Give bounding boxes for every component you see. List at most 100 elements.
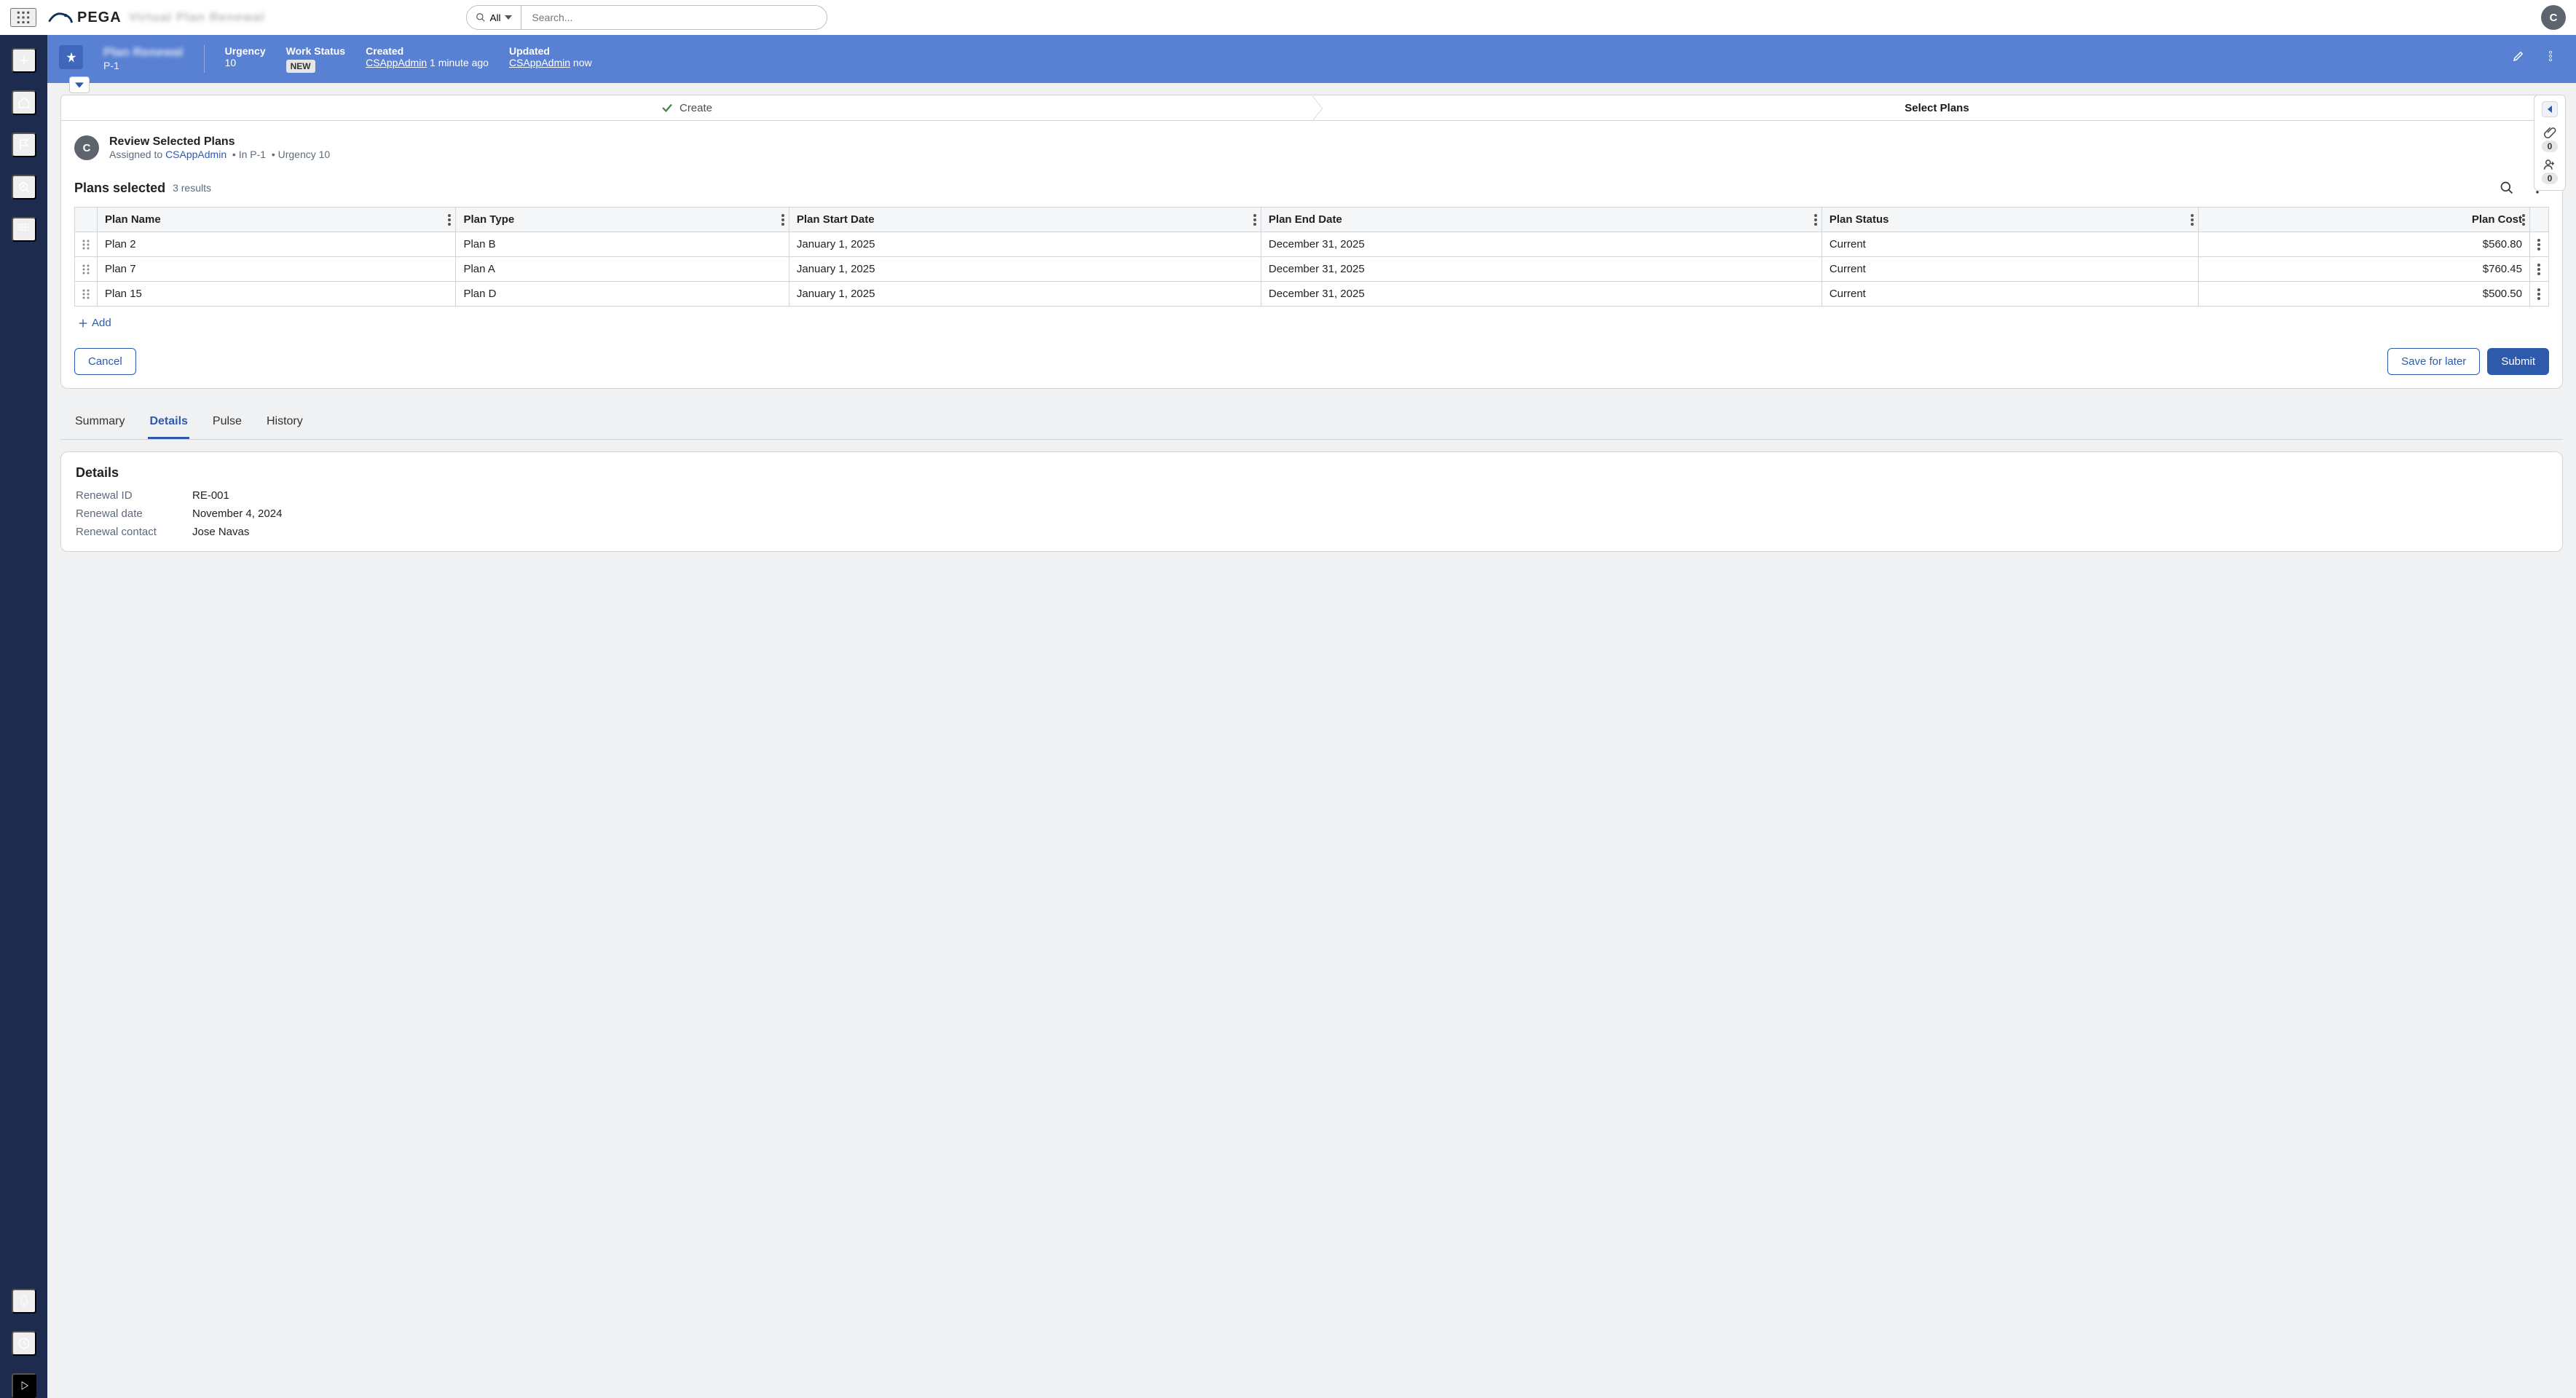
cell-start: January 1, 2025 [789, 257, 1261, 282]
cell-status: Current [1821, 282, 2199, 307]
plans-table: Plan Name Plan Type Plan Start Date Plan… [74, 207, 2549, 307]
col-start-menu-icon[interactable] [1253, 214, 1256, 226]
renewal-date-value: November 4, 2024 [192, 508, 2548, 520]
notifications-icon[interactable] [12, 1289, 36, 1314]
recents-icon[interactable] [12, 1331, 36, 1356]
grid-icon[interactable] [12, 217, 36, 242]
cell-type: Plan A [456, 257, 789, 282]
created-user-link[interactable]: CSAppAdmin [366, 57, 427, 68]
col-status[interactable]: Plan Status [1821, 208, 2199, 232]
utility-rail: 0 0 [2534, 95, 2566, 191]
cell-status: Current [1821, 232, 2199, 257]
cell-name: Plan 15 [98, 282, 456, 307]
work-status-label: Work Status [286, 45, 345, 57]
col-start[interactable]: Plan Start Date [789, 208, 1261, 232]
stage-select-plans[interactable]: Select Plans [1312, 95, 2562, 120]
stage-bar: Create Select Plans [60, 95, 2563, 121]
urgency-value: 10 [225, 57, 266, 68]
explore-icon[interactable] [12, 175, 36, 200]
add-plan-button[interactable]: Add [74, 307, 2549, 332]
assignment-title: Review Selected Plans [109, 135, 330, 149]
col-type-menu-icon[interactable] [781, 214, 784, 226]
stage-create[interactable]: Create [61, 95, 1312, 120]
case-title-blurred: Plan Renewal [103, 45, 184, 60]
drag-handle-icon[interactable] [75, 232, 98, 257]
plus-icon [77, 317, 89, 329]
preview-icon[interactable] [12, 1373, 36, 1398]
utility-followers[interactable]: 0 [2542, 158, 2559, 184]
drag-handle-icon[interactable] [75, 282, 98, 307]
home-icon[interactable] [12, 90, 36, 115]
search-input[interactable] [521, 5, 827, 30]
app-switcher-icon[interactable] [10, 8, 36, 27]
work-panel: C Review Selected Plans Assigned to CSAp… [60, 121, 2563, 389]
renewal-id-label: Renewal ID [76, 489, 192, 502]
cell-name: Plan 2 [98, 232, 456, 257]
updated-user-link[interactable]: CSAppAdmin [509, 57, 570, 68]
table-row: Plan 2Plan BJanuary 1, 2025December 31, … [75, 232, 2549, 257]
left-sidebar [0, 35, 47, 1398]
row-menu-icon[interactable] [2530, 257, 2549, 282]
renewal-id-value: RE-001 [192, 489, 2548, 502]
work-status-badge: NEW [286, 60, 315, 73]
col-end-menu-icon[interactable] [1814, 214, 1817, 226]
main-content: Plan Renewal P-1 Urgency 10 Work Status … [47, 35, 2576, 1398]
assigned-to-user-link[interactable]: CSAppAdmin [165, 149, 227, 160]
chevron-down-icon [505, 15, 512, 20]
renewal-date-label: Renewal date [76, 508, 192, 520]
top-toolbar: PEGA Virtual Plan Renewal All C [0, 0, 2576, 35]
case-header: Plan Renewal P-1 Urgency 10 Work Status … [47, 35, 2576, 83]
col-status-menu-icon[interactable] [2191, 214, 2194, 226]
col-end[interactable]: Plan End Date [1261, 208, 1821, 232]
user-avatar[interactable]: C [2541, 5, 2566, 30]
flag-icon[interactable] [12, 133, 36, 157]
created-label: Created [366, 45, 489, 57]
assignment-in-case: In P-1 [239, 149, 266, 160]
details-card: Details Renewal ID RE-001 Renewal date N… [60, 451, 2563, 552]
tab-details[interactable]: Details [148, 405, 189, 439]
col-name-menu-icon[interactable] [448, 214, 451, 226]
urgency-label: Urgency [225, 45, 266, 57]
save-for-later-button[interactable]: Save for later [2387, 348, 2480, 375]
details-heading: Details [76, 465, 2548, 481]
updated-ago: now [573, 57, 592, 68]
edit-case-button[interactable] [2508, 45, 2529, 67]
renewal-contact-label: Renewal contact [76, 526, 192, 538]
plans-header-row: Plans selected 3 results [74, 173, 2549, 207]
tab-summary[interactable]: Summary [74, 405, 126, 439]
col-cost-menu-icon[interactable] [2522, 214, 2525, 226]
plans-heading: Plans selected [74, 181, 165, 196]
cell-end: December 31, 2025 [1261, 282, 1821, 307]
tab-history[interactable]: History [265, 405, 304, 439]
cell-type: Plan B [456, 232, 789, 257]
row-menu-icon[interactable] [2530, 282, 2549, 307]
assigned-to-label: Assigned to [109, 149, 162, 160]
cell-type: Plan D [456, 282, 789, 307]
cell-cost: $500.50 [2199, 282, 2530, 307]
plans-search-icon[interactable] [2495, 176, 2518, 200]
col-type[interactable]: Plan Type [456, 208, 789, 232]
row-menu-icon[interactable] [2530, 232, 2549, 257]
table-row: Plan 7Plan AJanuary 1, 2025December 31, … [75, 257, 2549, 282]
stage-select-plans-label: Select Plans [1905, 102, 1969, 114]
tab-pulse[interactable]: Pulse [211, 405, 243, 439]
utility-collapse-button[interactable] [2542, 101, 2558, 117]
check-icon [661, 101, 674, 114]
followers-icon [2543, 158, 2556, 171]
table-row: Plan 15Plan DJanuary 1, 2025December 31,… [75, 282, 2549, 307]
attachments-count: 0 [2542, 141, 2559, 152]
cell-start: January 1, 2025 [789, 282, 1261, 307]
cancel-button[interactable]: Cancel [74, 348, 136, 375]
create-icon[interactable] [12, 48, 36, 73]
case-actions-menu-icon[interactable] [2540, 45, 2561, 67]
submit-button[interactable]: Submit [2487, 348, 2549, 375]
col-name[interactable]: Plan Name [98, 208, 456, 232]
utility-attachments[interactable]: 0 [2542, 126, 2559, 152]
case-id: P-1 [103, 60, 184, 71]
col-cost[interactable]: Plan Cost [2199, 208, 2530, 232]
search-scope-label: All [490, 12, 501, 23]
search-scope-dropdown[interactable]: All [466, 5, 522, 30]
drag-handle-icon[interactable] [75, 257, 98, 282]
collapse-header-button[interactable] [69, 76, 90, 93]
col-handle [75, 208, 98, 232]
